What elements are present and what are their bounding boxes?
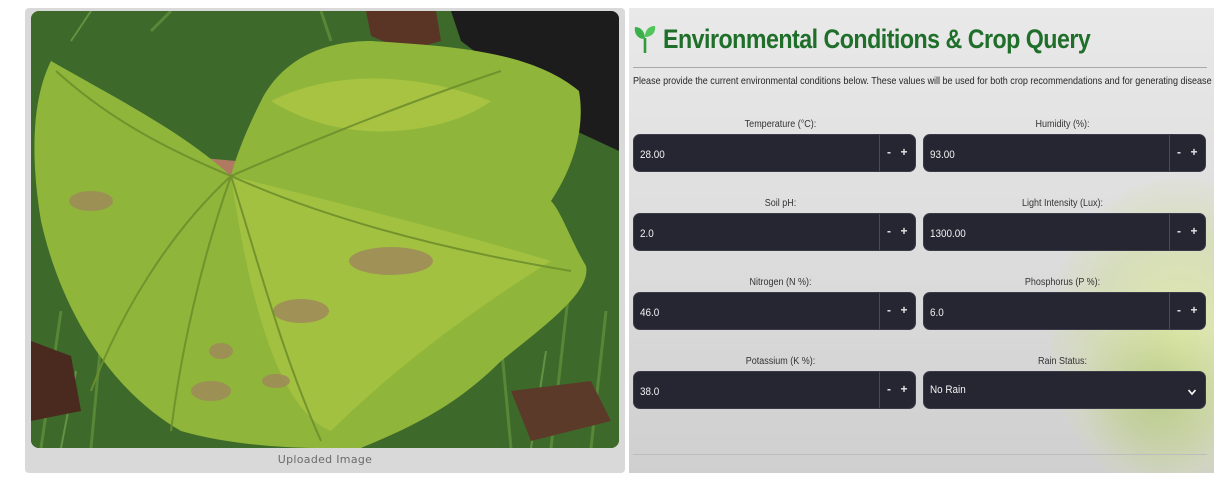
potassium-decrement-button[interactable]: - xyxy=(882,381,896,397)
nitrogen-label: Nitrogen (N %): xyxy=(749,277,812,288)
chevron-down-icon[interactable] xyxy=(1187,384,1197,396)
nitrogen-decrement-button[interactable]: - xyxy=(882,302,896,318)
temperature-value[interactable]: 28.00 xyxy=(640,149,665,161)
rain-status-value[interactable]: No Rain xyxy=(930,384,966,396)
light-intensity-label: Light Intensity (Lux): xyxy=(1021,198,1104,209)
nitrogen-increment-button[interactable]: + xyxy=(897,302,911,318)
uploaded-image-panel: Uploaded Image xyxy=(25,8,625,473)
temperature-input[interactable]: 28.00 - + xyxy=(633,134,916,172)
rain-status-label: Rain Status: xyxy=(1037,356,1088,367)
stepper-divider xyxy=(1169,293,1170,329)
image-caption: Uploaded Image xyxy=(277,453,373,466)
form-description: Please provide the current environmental… xyxy=(633,75,1214,87)
phosphorus-input[interactable]: 6.0 - + xyxy=(923,292,1206,330)
phosphorus-value[interactable]: 6.0 xyxy=(930,307,944,319)
light-intensity-decrement-button[interactable]: - xyxy=(1172,223,1186,239)
page-title: Environmental Conditions & Crop Query xyxy=(663,23,1091,54)
soil-ph-increment-button[interactable]: + xyxy=(897,223,911,239)
light-intensity-value[interactable]: 1300.00 xyxy=(930,228,966,240)
temperature-decrement-button[interactable]: - xyxy=(882,144,896,160)
stepper-divider xyxy=(879,135,880,171)
nitrogen-value[interactable]: 46.0 xyxy=(640,307,659,319)
potassium-value[interactable]: 38.0 xyxy=(640,386,659,398)
stepper-divider xyxy=(1169,135,1170,171)
humidity-decrement-button[interactable]: - xyxy=(1172,144,1186,160)
phosphorus-label: Phosphorus (P %): xyxy=(1024,277,1101,288)
light-intensity-input[interactable]: 1300.00 - + xyxy=(923,213,1206,251)
soil-ph-value[interactable]: 2.0 xyxy=(640,228,654,240)
potassium-input[interactable]: 38.0 - + xyxy=(633,371,916,409)
uploaded-leaf-image xyxy=(31,11,619,448)
soil-ph-label: Soil pH: xyxy=(764,198,797,209)
soil-ph-decrement-button[interactable]: - xyxy=(882,223,896,239)
title-divider xyxy=(633,67,1207,68)
temperature-label: Temperature (°C): xyxy=(744,119,817,130)
phosphorus-increment-button[interactable]: + xyxy=(1187,302,1201,318)
stepper-divider xyxy=(1169,214,1170,250)
light-intensity-increment-button[interactable]: + xyxy=(1187,223,1201,239)
sprout-icon xyxy=(633,24,657,54)
humidity-label: Humidity (%): xyxy=(1035,119,1090,130)
nitrogen-input[interactable]: 46.0 - + xyxy=(633,292,916,330)
form-header: Environmental Conditions & Crop Query xyxy=(633,16,1160,62)
humidity-value[interactable]: 93.00 xyxy=(930,149,955,161)
soil-ph-input[interactable]: 2.0 - + xyxy=(633,213,916,251)
stepper-divider xyxy=(879,293,880,329)
humidity-increment-button[interactable]: + xyxy=(1187,144,1201,160)
temperature-increment-button[interactable]: + xyxy=(897,144,911,160)
bottom-divider xyxy=(633,454,1207,455)
stepper-divider xyxy=(879,372,880,408)
rain-status-select[interactable]: No Rain xyxy=(923,371,1206,409)
phosphorus-decrement-button[interactable]: - xyxy=(1172,302,1186,318)
environment-form-panel: Environmental Conditions & Crop Query Pl… xyxy=(629,8,1214,473)
stepper-divider xyxy=(879,214,880,250)
potassium-increment-button[interactable]: + xyxy=(897,381,911,397)
potassium-label: Potassium (K %): xyxy=(745,356,816,367)
humidity-input[interactable]: 93.00 - + xyxy=(923,134,1206,172)
